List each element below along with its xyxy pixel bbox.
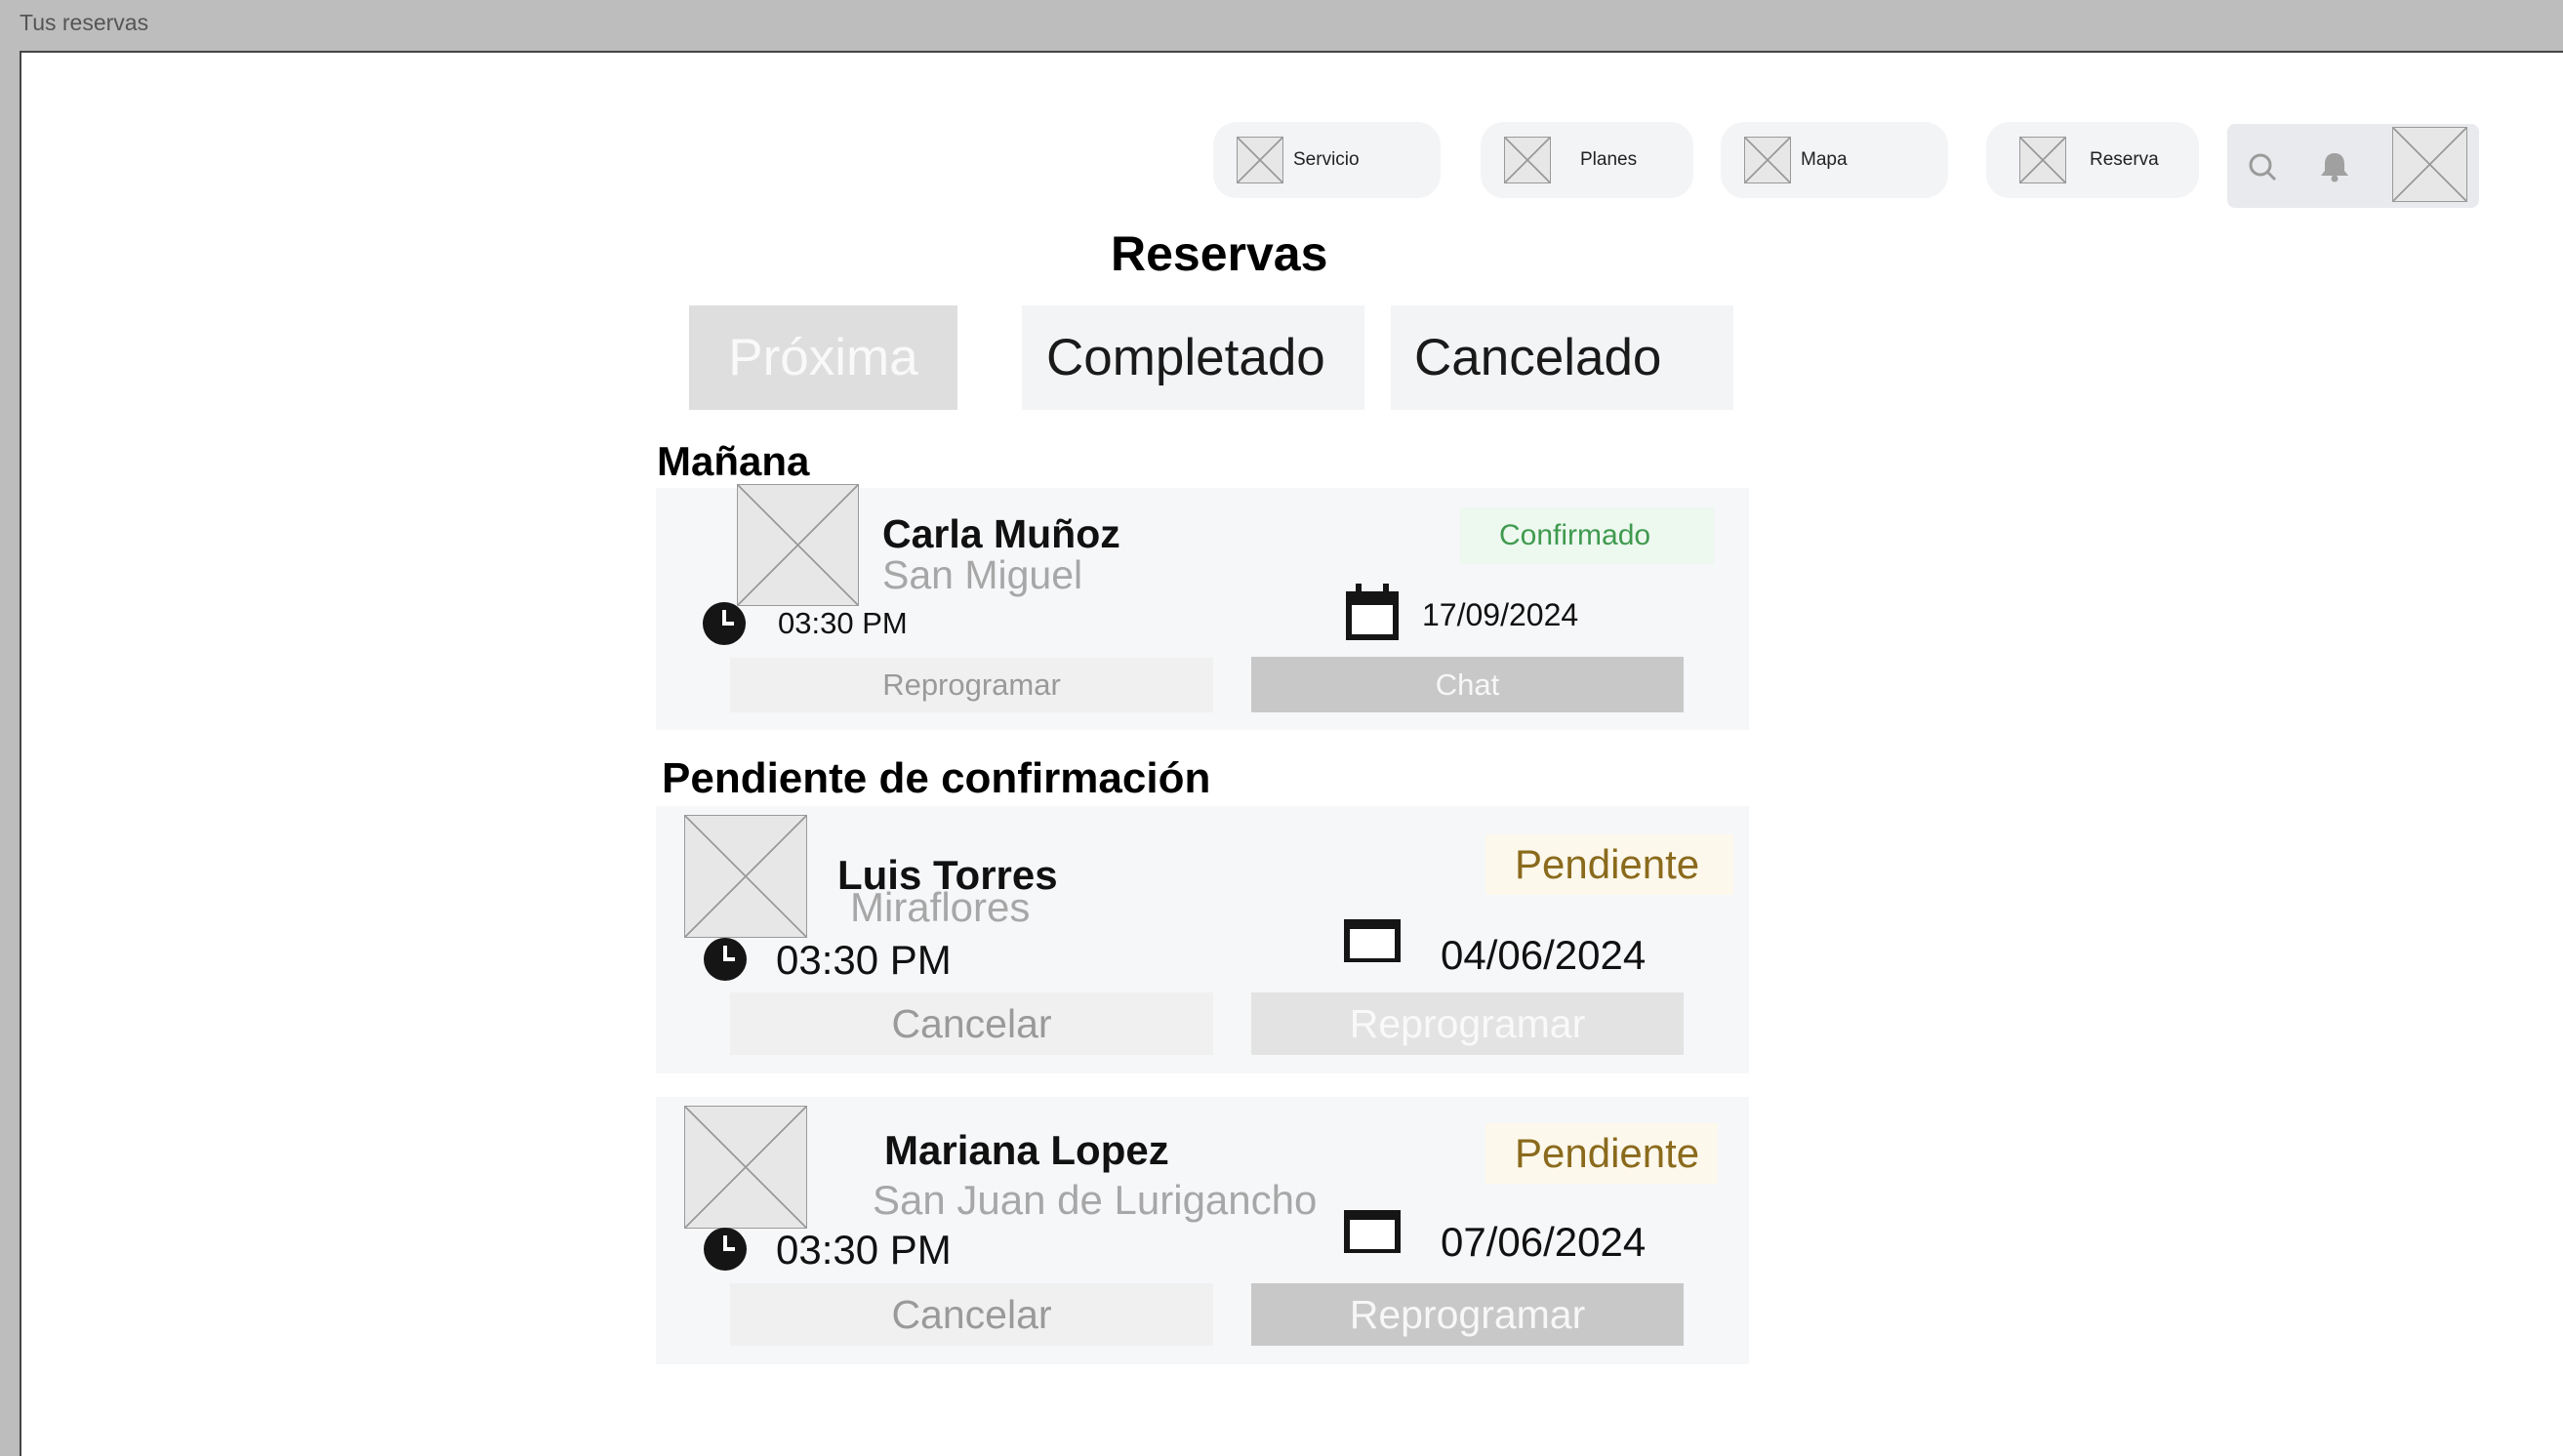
tab-cancelado[interactable]: Cancelado (1391, 305, 1733, 410)
cancel-button[interactable]: Cancelar (730, 1283, 1213, 1346)
profile-photo (737, 484, 859, 606)
booking-name: Mariana Lopez (884, 1127, 1169, 1173)
status-badge: Pendiente (1485, 834, 1733, 895)
search-icon[interactable] (2247, 150, 2280, 183)
nav-item-reserva[interactable]: Reserva (1986, 122, 2199, 198)
booking-time: 03:30 PM (778, 606, 908, 640)
reserva-icon (2019, 137, 2066, 183)
clock-icon (703, 602, 746, 645)
status-badge: Confirmado (1460, 507, 1714, 564)
nav-item-label: Servicio (1293, 149, 1360, 170)
clock-icon (704, 1228, 747, 1271)
tab-label: Cancelado (1414, 329, 1662, 386)
booking-location: Miraflores (850, 884, 1031, 930)
tab-label: Próxima (728, 329, 918, 386)
nav-item-servicio[interactable]: Servicio (1213, 122, 1441, 198)
tab-label: Completado (1046, 329, 1325, 386)
booking-date: 04/06/2024 (1441, 932, 1647, 978)
tab-proxima[interactable]: Próxima (689, 305, 957, 410)
section-title-manana: Mañana (657, 438, 810, 484)
nav-item-mapa[interactable]: Mapa (1721, 122, 1948, 198)
booking-location: San Miguel (882, 552, 1083, 597)
booking-location: San Juan de Lurigancho (873, 1177, 1318, 1223)
mapa-icon (1744, 137, 1791, 183)
nav-item-label: Mapa (1801, 149, 1848, 170)
calendar-icon (1344, 1210, 1401, 1253)
booking-time: 03:30 PM (776, 937, 952, 983)
status-badge: Pendiente (1485, 1123, 1718, 1184)
booking-date: 07/06/2024 (1441, 1219, 1647, 1265)
chat-button[interactable]: Chat (1251, 657, 1684, 712)
avatar[interactable] (2392, 127, 2467, 202)
booking-date: 17/09/2024 (1422, 597, 1579, 632)
cancel-button[interactable]: Cancelar (730, 992, 1213, 1055)
nav-item-label: Reserva (2090, 149, 2159, 170)
tab-completado[interactable]: Completado (1022, 305, 1364, 410)
planes-icon (1504, 137, 1551, 183)
nav-item-planes[interactable]: Planes (1481, 122, 1693, 198)
window-title: Tus reservas (20, 10, 149, 35)
section-title-pendiente: Pendiente de confirmación (662, 754, 1211, 802)
servicio-icon (1237, 137, 1283, 183)
booking-time: 03:30 PM (776, 1227, 952, 1273)
calendar-icon (1346, 584, 1399, 640)
clock-icon (704, 938, 747, 981)
page-title: Reservas (1111, 226, 1328, 281)
booking-name: Carla Muñoz (882, 511, 1120, 556)
bell-icon[interactable] (2319, 150, 2350, 183)
profile-photo (684, 1106, 807, 1229)
reschedule-button[interactable]: Reprogramar (730, 658, 1213, 712)
calendar-icon (1344, 919, 1401, 962)
profile-photo (684, 815, 807, 938)
reschedule-button[interactable]: Reprogramar (1251, 1283, 1684, 1346)
reschedule-button[interactable]: Reprogramar (1251, 992, 1684, 1055)
nav-item-label: Planes (1580, 149, 1638, 170)
